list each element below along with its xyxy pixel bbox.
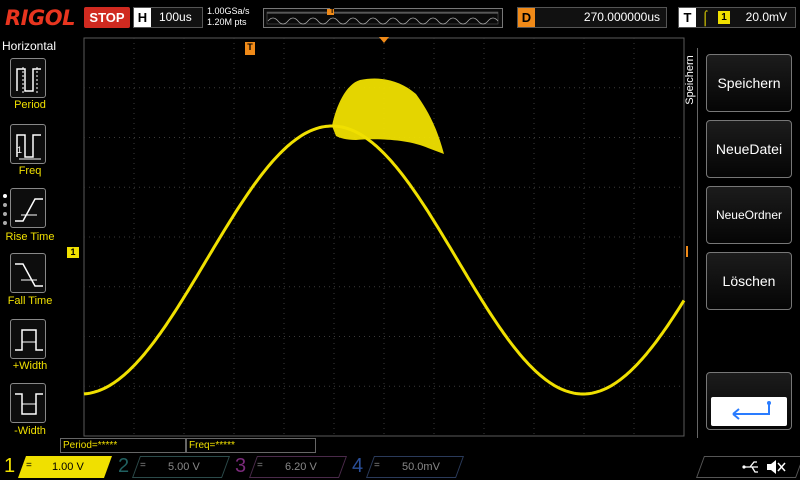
measurement-results: Period=***** Freq=***** (0, 438, 800, 454)
period-icon (16, 67, 41, 95)
timebase-value: 100us (159, 10, 192, 24)
channel-bar: 1 = 1.00 V 2 = 5.00 V 3 = 6.20 V 4 = 50.… (0, 454, 800, 480)
measure-negative-width-button[interactable] (10, 383, 46, 423)
freq-icon: 1 (16, 134, 41, 160)
trigger-level: 20.0mV (745, 10, 787, 24)
ch4-coupling-icon: = (374, 460, 380, 471)
enter-icon (732, 401, 771, 420)
measure-fall-time-button[interactable] (10, 253, 46, 293)
rise-time-icon (15, 198, 43, 222)
ch4-settings[interactable]: 4 = 50.0mV (352, 455, 465, 478)
ch3-number: 3 (235, 455, 247, 477)
speaker-muted-icon[interactable] (764, 457, 788, 477)
enter-key-face (711, 397, 787, 426)
measure-fall-time-label: Fall Time (7, 295, 53, 307)
measure-rise-time-label: Rise Time (5, 231, 55, 243)
ch1-settings[interactable]: 1 = 1.00 V (4, 455, 114, 478)
top-status-bar: RIGOL STOP H 100us 1.00GSa/s 1.20M pts T… (0, 0, 800, 36)
ch3-scale: 6.20 V (285, 461, 317, 473)
memory-depth: 1.20M pts (207, 17, 247, 27)
rigol-logo: RIGOL (5, 6, 75, 30)
ch2-number: 2 (118, 455, 130, 477)
ch1-reference-marker[interactable]: 1 (67, 247, 79, 258)
memory-overview-waveform (266, 8, 499, 25)
fall-time-icon (15, 263, 43, 287)
softkey-neueordner-button[interactable]: NeueOrdner (706, 186, 792, 244)
trigger-position-marker[interactable]: T (245, 42, 255, 55)
ch2-coupling-icon: = (140, 460, 146, 471)
measure-negative-width-label: -Width (14, 425, 46, 437)
menu-title: Speichern (684, 48, 705, 118)
ch2-scale: 5.00 V (168, 461, 200, 473)
measure-rise-time-button[interactable] (10, 188, 46, 228)
trigger-label: T (679, 8, 696, 27)
memory-overview-strip[interactable]: T (263, 8, 503, 28)
run-stop-button[interactable]: STOP (84, 7, 130, 28)
softkey-loeschen-button[interactable]: Löschen (706, 252, 792, 310)
horizontal-center-marker (379, 37, 389, 43)
delay-label: D (518, 8, 535, 27)
period-result: Period=***** (60, 438, 186, 453)
acquisition-info: 1.00GSa/s 1.20M pts (207, 6, 250, 28)
measure-panel: Horizontal Period 1 Freq Rise Time Fall … (0, 36, 58, 440)
measure-period-button[interactable] (10, 58, 46, 98)
waveform-grid (83, 37, 686, 437)
horizontal-timebase[interactable]: H 100us (133, 7, 203, 28)
measure-freq-button[interactable]: 1 (10, 124, 46, 164)
ch4-number: 4 (352, 455, 364, 477)
menu-title-text: Speichern (683, 55, 696, 105)
measure-positive-width-label: +Width (12, 360, 48, 372)
softkey-neuedatei-button[interactable]: NeueDatei (706, 120, 792, 178)
softkey-speichern-button[interactable]: Speichern (706, 54, 792, 112)
ch1-coupling-icon: = (26, 460, 32, 471)
trigger-delay[interactable]: D 270.000000us (517, 7, 667, 28)
svg-text:1: 1 (17, 145, 22, 155)
positive-width-icon (15, 329, 43, 351)
horizontal-label: H (134, 8, 151, 27)
measure-panel-title: Horizontal (2, 39, 57, 53)
delay-value: 270.000000us (583, 10, 660, 24)
rising-edge-icon: ⌠ (701, 9, 710, 25)
memory-trigger-marker: T (330, 8, 335, 15)
waveform-display[interactable] (60, 36, 688, 440)
ch1-number: 1 (4, 455, 16, 477)
measure-period-label: Period (14, 99, 46, 111)
ch2-settings[interactable]: 2 = 5.00 V (118, 455, 231, 478)
softkey-enter-button[interactable] (706, 372, 792, 430)
measure-positive-width-button[interactable] (10, 319, 46, 359)
page-indicator (3, 194, 8, 230)
negative-width-icon (15, 393, 43, 415)
sample-rate: 1.00GSa/s (207, 6, 250, 16)
trigger-settings[interactable]: T ⌠ 1 20.0mV (678, 7, 796, 28)
freq-result: Freq=***** (186, 438, 316, 453)
ch4-scale: 50.0mV (402, 461, 440, 473)
ch1-scale: 1.00 V (52, 461, 84, 473)
ch3-settings[interactable]: 3 = 6.20 V (235, 455, 348, 478)
ch3-coupling-icon: = (257, 460, 263, 471)
measure-freq-label: Freq (18, 165, 42, 177)
trigger-source: 1 (718, 11, 730, 24)
